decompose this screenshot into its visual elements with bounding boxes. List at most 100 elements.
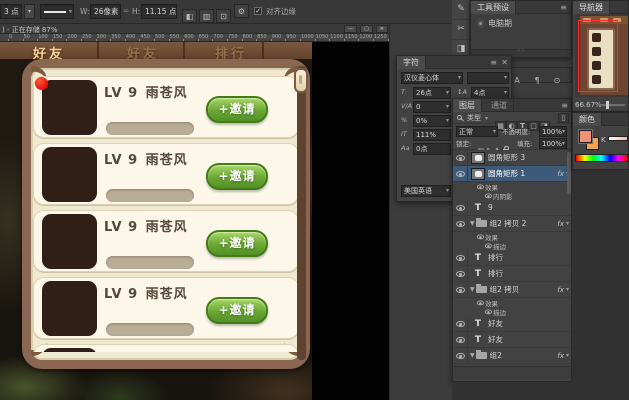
tab-layers[interactable]: 图层 [453,99,482,112]
kerning-field[interactable]: 0 ▾ [413,101,451,113]
link-wh-icon[interactable]: ∞ [123,6,129,16]
layer-row-text[interactable]: T 排行 [453,250,571,266]
tool-presets-header[interactable]: 工具预设 ≡ [471,1,571,14]
layer-row-shape[interactable]: 圆角矩形 3 [453,150,571,166]
fx-collapse-arrow[interactable]: ▾ [566,286,569,293]
navigator-header[interactable]: 导航器 [573,1,628,14]
shape-height-field[interactable]: 11.15 点 [141,4,177,19]
effect-visibility-eye-icon[interactable] [484,242,492,249]
layer-effects-header[interactable]: 效果 [453,298,571,308]
effect-visibility-eye-icon[interactable] [476,183,484,190]
layer-row-group[interactable]: ▼ 组2 拷贝 2 fx ▾ [453,216,571,232]
stroke-width-dropdown[interactable]: ▾ [24,4,35,19]
color-panel-header[interactable]: 颜色 [573,113,628,126]
dock-icon-scissors[interactable]: ✂ [452,20,470,40]
layer-effect-item[interactable]: 描边 [453,307,571,317]
layer-thumbnail[interactable] [471,151,485,164]
panel-menu-icon[interactable]: ≡ [560,2,567,13]
paragraph-panel-icon[interactable]: ¶ [527,74,547,88]
document-title-bar[interactable]: ) - 正在存储 87% — ▢ ✕ [0,24,390,34]
layer-visibility-eye-icon[interactable] [453,316,468,331]
tool-preset-item[interactable]: 电脑期 [471,17,571,30]
close-icon[interactable]: ✕ [501,57,508,68]
font-style-dropdown[interactable]: ▾ [467,72,509,84]
vertical-scale-field[interactable]: 111% [413,129,451,141]
layer-visibility-eye-icon[interactable] [453,266,468,281]
layer-visibility-eye-icon[interactable] [453,150,468,165]
tab-tool-presets[interactable]: 工具预设 [471,1,516,14]
tab-navigator[interactable]: 导航器 [573,1,610,14]
opacity-field[interactable]: 100% ▾ [539,126,567,137]
effect-visibility-eye-icon[interactable] [484,308,492,315]
layer-row-text[interactable]: T 排行 [453,266,571,282]
layer-visibility-eye-icon[interactable] [453,282,468,297]
invite-button[interactable]: +邀请 [206,297,268,324]
channel-slider[interactable] [608,136,628,141]
font-size-field[interactable]: 26点 ▾ [413,87,451,99]
proportional-spacing-field[interactable]: 0% ▾ [413,115,451,127]
navigator-zoom-slider[interactable] [597,104,625,106]
layer-visibility-eye-icon[interactable] [453,216,468,231]
character-panel-header[interactable]: 字符 ≡ ✕ [397,56,511,69]
tab-channels[interactable]: 通道 [485,99,514,112]
layers-scrollbar-thumb[interactable] [567,152,571,194]
layer-visibility-eye-icon[interactable] [453,200,468,215]
window-close-button[interactable]: ✕ [376,25,388,33]
shape-width-field[interactable]: 26像素 [90,4,121,19]
language-dropdown[interactable]: 美国英语 ▾ [401,185,451,197]
color-spectrum-ramp[interactable] [575,154,628,162]
window-minimize-button[interactable]: — [344,25,357,33]
foreground-color-swatch[interactable] [579,130,592,143]
friend-scrollbar-knob[interactable] [294,68,308,93]
stroke-width-field[interactable]: 3 点 [0,4,22,19]
path-alignment-icon[interactable]: ▥ [199,9,214,23]
layer-visibility-eye-icon[interactable] [453,348,468,363]
effect-visibility-eye-icon[interactable] [476,233,484,240]
layer-visibility-eye-icon[interactable] [453,250,468,265]
filter-type-label[interactable]: 类型 [467,113,481,123]
fx-collapse-arrow[interactable]: ▾ [566,220,569,227]
navigator-proxy-view-box[interactable] [578,20,618,92]
layer-effect-item[interactable]: 描边 [453,241,571,251]
layer-row-text[interactable]: T 好友 [453,332,571,348]
invite-button[interactable]: +邀请 [206,163,268,190]
layer-filtering-toggle[interactable]: ▯ [558,113,569,123]
layer-row-shape[interactable]: 圆角矩形 1fx▾ [453,166,571,182]
navigator-zoom-slider-thumb[interactable] [606,101,609,109]
panel-menu-icon[interactable]: ≡ [490,57,497,68]
friend-scrollbar-track[interactable] [297,66,306,360]
group-expand-arrow[interactable]: ▼ [470,286,475,293]
group-expand-arrow[interactable]: ▼ [470,220,475,227]
layer-thumbnail[interactable] [471,167,485,180]
dock-icon-pen[interactable]: ✎ [452,0,470,20]
panel-menu-icon[interactable]: ≡ [561,100,568,111]
layers-panel-header[interactable]: 图层 通道 ≡ [453,99,571,112]
effect-visibility-eye-icon[interactable] [484,192,492,199]
layer-effects-header[interactable]: 效果 [453,232,571,242]
layer-visibility-eye-icon[interactable] [453,166,468,181]
fill-field[interactable]: 100% ▾ [539,138,567,149]
fx-collapse-arrow[interactable]: ▾ [566,352,569,359]
window-restore-button[interactable]: ▢ [360,25,373,33]
baseline-shift-field[interactable]: 0点 [413,143,451,155]
gear-icon[interactable]: ⚙ [234,4,249,18]
layer-row-text[interactable]: T 好友 [453,316,571,332]
tab-character[interactable]: 字符 [397,56,426,69]
blend-mode-dropdown[interactable]: 正常 ▾ [456,126,498,137]
tab-color[interactable]: 颜色 [573,113,602,126]
layer-effect-item[interactable]: 内阴影 [453,191,571,201]
layer-row-text[interactable]: T9 [453,200,571,216]
navigator-thumbnail[interactable] [575,14,628,98]
layer-row-group[interactable]: ▼ 组2 fx ▾ [453,348,571,364]
path-arrangement-icon[interactable]: ⊡ [216,9,231,23]
path-operations-icon[interactable]: ◧ [182,9,197,23]
effect-visibility-eye-icon[interactable] [476,299,484,306]
invite-button[interactable]: +邀请 [206,230,268,257]
invite-button[interactable]: +邀请 [206,96,268,123]
glyphs-panel-icon[interactable]: ⊙ [547,74,567,88]
group-expand-arrow[interactable]: ▼ [470,352,475,359]
align-edges-checkbox[interactable]: ✓ [254,7,262,15]
layer-visibility-eye-icon[interactable] [453,332,468,347]
stroke-style-dropdown[interactable]: ▾ [40,4,74,19]
layer-row-group[interactable]: ▼ 组2 拷贝 fx ▾ [453,282,571,298]
